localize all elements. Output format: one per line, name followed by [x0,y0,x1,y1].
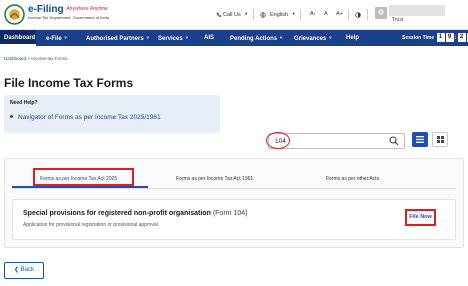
divider [253,9,254,20]
contrast-icon[interactable] [355,12,361,18]
chevron-down-icon: ▼ [145,35,150,40]
font-increase-button[interactable]: A+ [336,11,343,17]
nav-pending-actions[interactable]: Pending Actions ▼ [230,30,283,46]
help-title: Need Help? [10,100,38,106]
brand-subtitle: Income Tax Department, Government of Ind… [28,15,109,20]
call-us-link[interactable]: Call Us ▼ [223,11,248,18]
nav-authorised-partners[interactable]: Authorised Partners ▼ [86,30,150,46]
chevron-down-icon: ▼ [328,35,333,40]
avatar[interactable] [375,7,387,19]
divider [367,9,368,20]
nav-dashboard[interactable]: Dashboard [0,30,36,46]
chevron-left-icon: ❮ [13,267,19,273]
nav-label: Help [346,35,360,41]
language-label: English [270,12,289,18]
form-title: Special provisions for registered non-pr… [23,210,247,217]
session-colon: : [454,35,457,41]
globe-icon [260,12,266,18]
active-tab-indicator [12,186,148,188]
form-name: Special provisions for registered non-pr… [23,210,211,217]
divider [300,9,301,20]
username-redacted [389,5,445,16]
form-description: Application for provisional registration… [23,222,158,228]
breadcrumb-dashboard[interactable]: Dashboard [4,56,26,61]
session-timer: Session Time 19:25 [402,30,468,46]
list-icon [416,136,424,143]
file-now-button[interactable]: File Now [405,209,436,226]
nav-services[interactable]: Services ▼ [158,30,189,46]
session-digit: 9 [445,33,454,43]
brand-name: e-Filing [28,4,64,15]
tab-divider [12,188,456,189]
tab-highlight [33,168,134,186]
nav-label: Services [158,36,183,42]
main-nav: Dashboard e-File ▼ Authorised Partners ▼ S… [0,30,468,46]
emblem-logo-icon [4,4,25,25]
search-highlight [266,132,290,149]
breadcrumb-current: Income-tax Forms [31,56,68,61]
grid-view-button[interactable] [432,132,448,147]
grid-icon [437,136,444,143]
font-default-button[interactable]: A [324,11,328,17]
brand[interactable]: e-Filing Anywhere Anytime Income Tax Dep… [28,4,109,21]
call-us-label: Call Us [223,12,241,18]
session-digit: 1 [436,33,445,43]
phone-icon [216,12,222,17]
session-digit: 2 [457,33,466,43]
language-select[interactable]: English ▼ [270,11,296,18]
breadcrumb-separator: > [27,56,30,61]
nav-label: Pending Actions [230,36,278,42]
chevron-down-icon: ▼ [291,11,296,16]
breadcrumb: Dashboard > Income-tax Forms [4,56,67,61]
tab-other-acts[interactable]: Forms as per other Acts [326,176,379,182]
back-label: Back [20,267,35,273]
chevron-down-icon: ▼ [63,35,68,40]
top-header: e-Filing Anywhere Anytime Income Tax Dep… [0,0,468,30]
session-label: Session Time [402,35,435,41]
nav-label: Grievances [294,36,327,42]
back-button[interactable]: ❮ Back [4,262,44,279]
form-list-item: Special provisions for registered non-pr… [12,199,456,240]
help-panel: Need Help? Navigator of Forms as per Inc… [4,95,220,133]
list-view-button[interactable] [412,132,428,147]
nav-ais[interactable]: AIS [204,30,214,46]
nav-grievances[interactable]: Grievances ▼ [294,30,332,46]
nav-efile[interactable]: e-File ▼ [46,30,68,46]
user-role: Trust [392,17,404,23]
nav-help[interactable]: Help [346,30,359,46]
chevron-down-icon: ▼ [244,11,249,16]
brand-tagline: Anywhere Anytime [66,6,108,12]
chevron-down-icon: ▼ [184,35,189,40]
font-decrease-button[interactable]: A- [310,11,316,17]
nav-label: Dashboard [4,35,36,41]
chevron-down-icon: ▼ [279,35,284,40]
form-number: (Form 104) [212,210,248,217]
nav-label: AIS [204,35,215,41]
nav-label: e-File [46,36,62,42]
bullet-icon [10,115,13,118]
search-icon[interactable] [389,136,399,146]
navigator-link[interactable]: Navigator of Forms as per Income Tax 202… [18,114,161,121]
nav-label: Authorised Partners [86,36,144,42]
page-title: File Income Tax Forms [4,76,134,90]
divider [348,9,349,20]
tab-act-1961[interactable]: Forms as per Income Tax Act 1961 [176,176,253,182]
